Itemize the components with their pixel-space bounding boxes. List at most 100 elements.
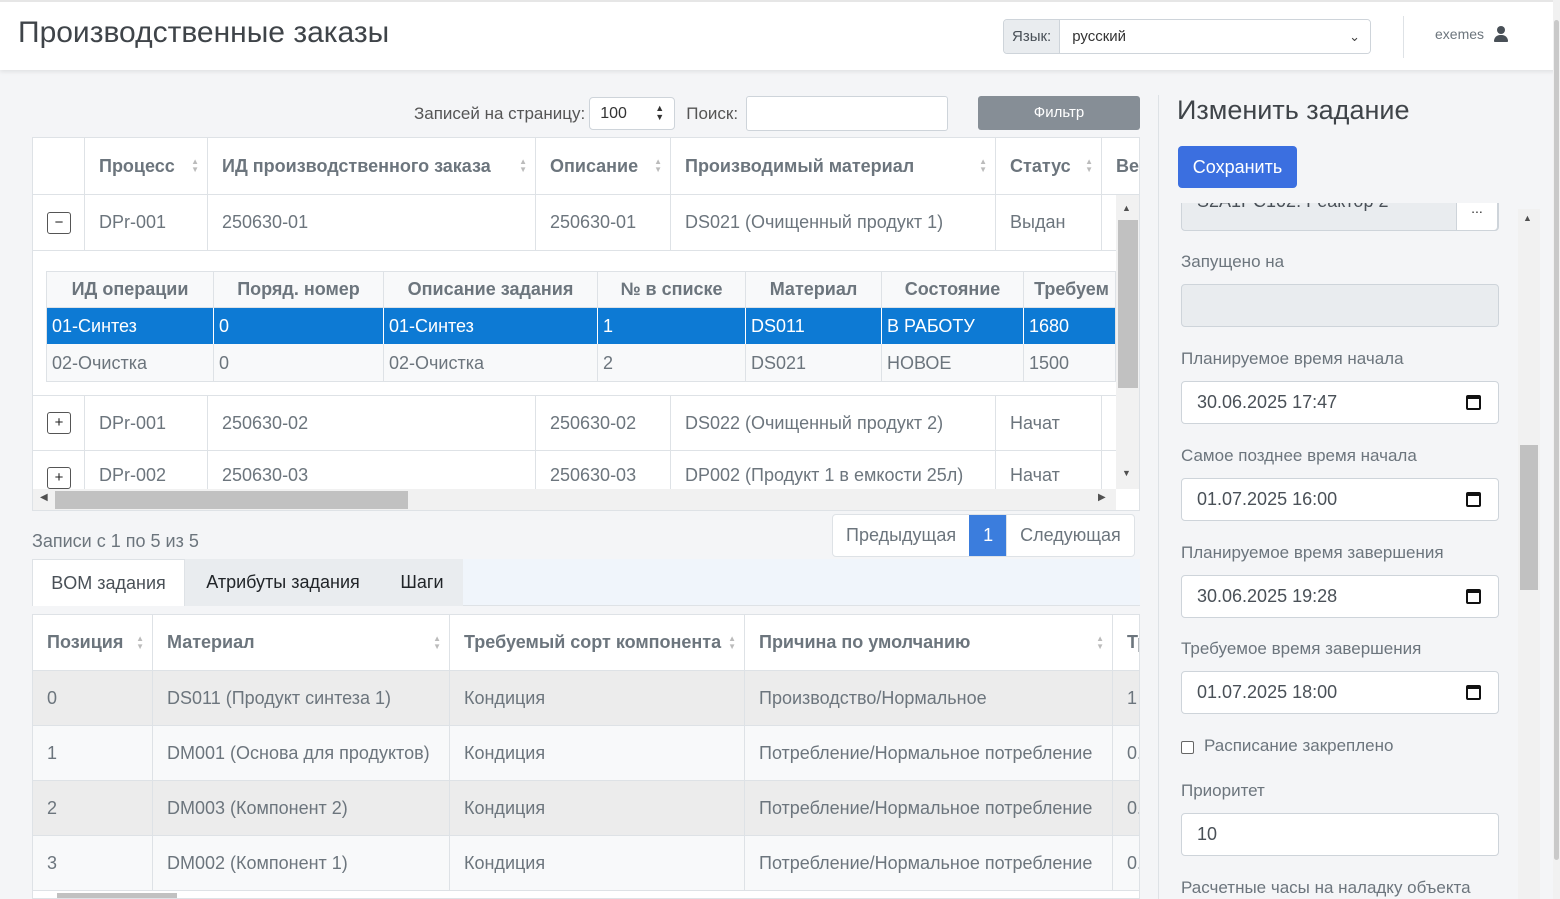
panel-title: Изменить задание <box>1177 95 1410 125</box>
header-cell-process[interactable]: Процесс ▲ ▼ <box>85 138 208 194</box>
table-cell: Кондиция <box>450 726 745 780</box>
page-scrollbar-thumb[interactable] <box>1554 20 1559 860</box>
calendar-icon[interactable] <box>1466 685 1481 700</box>
next-page-button[interactable]: Следующая <box>1006 515 1134 556</box>
user-icon <box>1494 26 1509 42</box>
latest-start-label: Самое позднее время начала <box>1181 446 1417 465</box>
header-cell-truncated[interactable]: Тр <box>1113 615 1139 670</box>
panel-scrollbar-thumb[interactable] <box>1520 445 1538 590</box>
filter-button[interactable]: Фильтр <box>978 96 1140 130</box>
sort-icon: ▲ ▼ <box>136 633 144 651</box>
table-cell: Кондиция <box>450 671 745 725</box>
prev-page-button[interactable]: Предыдущая <box>833 515 969 556</box>
latest-start-field[interactable]: 01.07.2025 16:00 <box>1181 478 1499 521</box>
equipment-field: S2A1PC102: Реактор 2 ... <box>1181 203 1499 231</box>
table-cell: 1680 <box>1024 308 1115 344</box>
table-cell: DM003 (Компонент 2) <box>153 781 450 835</box>
header-cell-status[interactable]: Статус ▲ ▼ <box>996 138 1102 194</box>
calendar-icon[interactable] <box>1466 492 1481 507</box>
table-cell: 3 <box>33 836 153 890</box>
page-1-button[interactable]: 1 <box>969 515 1007 556</box>
header-cell-order-id[interactable]: ИД производственного заказа ▲ ▼ <box>208 138 536 194</box>
expand-row-button[interactable]: + <box>47 467 71 489</box>
table-cell: DS021 <box>746 344 882 381</box>
table-row[interactable]: 1 DM001 (Основа для продуктов) Кондиция … <box>33 726 1139 781</box>
required-end-field[interactable]: 01.07.2025 18:00 <box>1181 671 1499 714</box>
table-cell: 250630-01 <box>536 195 671 250</box>
required-end-label: Требуемое время завершения <box>1181 639 1422 658</box>
chevron-down-icon: ⌄ <box>1349 29 1360 44</box>
table-row[interactable]: 2 DM003 (Компонент 2) Кондиция Потреблен… <box>33 781 1139 836</box>
scroll-right-icon[interactable]: ▶ <box>1098 492 1106 503</box>
tab-attributes[interactable]: Атрибуты задания <box>185 559 381 606</box>
horizontal-scrollbar-thumb[interactable] <box>55 491 408 509</box>
header-cell-required: Требуем <box>1034 279 1109 299</box>
table-cell: 1 <box>1113 671 1139 725</box>
table-cell: 250630-02 <box>208 396 536 450</box>
table-cell: 0 <box>214 308 384 344</box>
table-cell: 01-Синтез <box>384 308 598 344</box>
per-page-value: 100 <box>600 105 627 122</box>
collapse-row-button[interactable]: − <box>47 211 71 234</box>
schedule-locked-label: Расписание закреплено <box>1204 736 1394 755</box>
orders-header-row: Процесс ▲ ▼ ИД производственного заказа ▲ ▼ … <box>33 138 1139 195</box>
language-selector[interactable]: Язык: русский ⌄ <box>1003 19 1371 54</box>
table-cell: 1500 <box>1029 352 1070 373</box>
header-cell-task-description: Описание задания <box>384 272 598 307</box>
header-cell-state: Состояние <box>882 272 1024 307</box>
calendar-icon[interactable] <box>1466 589 1481 604</box>
search-input[interactable] <box>746 96 949 131</box>
scroll-up-icon[interactable]: ▲ <box>1523 213 1532 223</box>
vertical-scrollbar-thumb[interactable] <box>1118 220 1138 388</box>
horizontal-scrollbar-thumb[interactable] <box>57 893 177 898</box>
table-row[interactable]: + DPr-001 250630-02 250630-02 DS022 (Очи… <box>33 396 1139 451</box>
header-cell-material[interactable]: Производимый материал ▲ ▼ <box>671 138 996 194</box>
planned-end-field[interactable]: 30.06.2025 19:28 <box>1181 575 1499 618</box>
header-cell-component-grade[interactable]: Требуемый сорт компонента ▲ ▼ <box>450 615 745 670</box>
tab-steps[interactable]: Шаги <box>381 559 463 606</box>
expand-row-button[interactable]: + <box>47 412 71 434</box>
table-cell: Производство/Нормальное <box>745 671 1113 725</box>
table-row[interactable]: 3 DM002 (Компонент 1) Кондиция Потреблен… <box>33 836 1139 891</box>
table-cell: 1 <box>33 726 153 780</box>
save-button[interactable]: Сохранить <box>1178 146 1297 188</box>
table-cell: Кондиция <box>450 781 745 835</box>
select-arrows-icon: ▲ ▼ <box>655 103 665 122</box>
sort-icon: ▲ ▼ <box>1085 157 1093 174</box>
header-cell-material: Материал <box>746 272 882 307</box>
operations-subtable: ИД операции Поряд. номер Описание задани… <box>46 271 1116 382</box>
calendar-icon[interactable] <box>1466 395 1481 410</box>
operation-row-selected[interactable]: 01-Синтез 0 01-Синтез 1 DS011 В РАБОТУ 1… <box>47 308 1115 344</box>
table-cell: DPr-001 <box>85 396 208 450</box>
table-cell: Потребление/Нормальное потребление <box>745 781 1113 835</box>
table-cell: НОВОЕ <box>882 344 1024 381</box>
scroll-down-icon[interactable]: ▼ <box>1122 468 1131 478</box>
header-cell-material[interactable]: Материал ▲ ▼ <box>153 615 450 670</box>
header-cell-list-number: № в списке <box>598 272 746 307</box>
page-title: Производственные заказы <box>18 16 390 49</box>
header-cell-description[interactable]: Описание ▲ ▼ <box>536 138 671 194</box>
header-cell-truncated[interactable]: Ве <box>1102 138 1139 194</box>
per-page-label: Записей на страницу: <box>414 103 586 123</box>
planned-start-field[interactable]: 30.06.2025 17:47 <box>1181 381 1499 424</box>
language-select[interactable]: русский ⌄ <box>1060 20 1370 53</box>
scroll-up-icon[interactable]: ▲ <box>1122 203 1131 213</box>
header-cell-operation-id: ИД операции <box>47 272 214 307</box>
header-cell-expand <box>33 138 85 194</box>
schedule-locked-checkbox[interactable] <box>1181 741 1194 754</box>
user-menu[interactable]: exemes <box>1435 26 1509 42</box>
equipment-browse-button[interactable]: ... <box>1456 203 1498 231</box>
table-row[interactable]: − DPr-001 250630-01 250630-01 DS021 (Очи… <box>33 195 1139 251</box>
table-row[interactable]: 0 DS011 (Продукт синтеза 1) Кондиция Про… <box>33 671 1139 726</box>
tab-bom[interactable]: BOM задания <box>32 559 185 606</box>
header-divider <box>1403 16 1404 58</box>
priority-field[interactable]: 10 <box>1181 813 1499 856</box>
header-cell-default-reason[interactable]: Причина по умолчанию ▲ ▼ <box>745 615 1113 670</box>
table-cell: 0. <box>1113 781 1139 835</box>
header-cell-position[interactable]: Позиция ▲ ▼ <box>33 615 153 670</box>
operation-row[interactable]: 02-Очистка 0 02-Очистка 2 DS021 НОВОЕ 15… <box>47 344 1115 381</box>
table-cell: DS022 (Очищенный продукт 2) <box>671 396 996 450</box>
per-page-select[interactable]: 100 ▲ ▼ <box>589 97 676 130</box>
scroll-left-icon[interactable]: ◀ <box>40 492 48 503</box>
table-cell: 2 <box>598 344 746 381</box>
